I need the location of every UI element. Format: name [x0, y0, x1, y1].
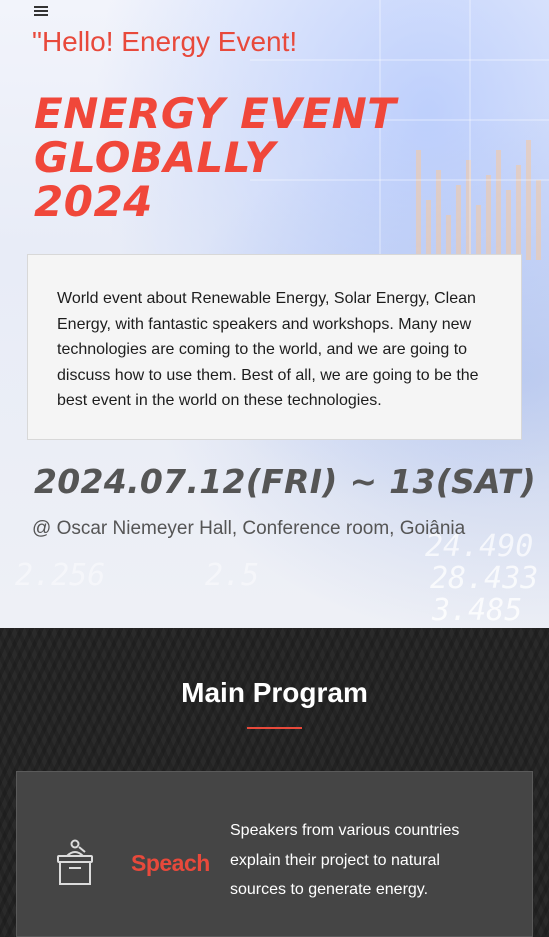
description-box: World event about Renewable Energy, Sola…: [27, 254, 522, 440]
event-description: World event about Renewable Energy, Sola…: [57, 290, 479, 409]
svg-text:2.5: 2.5: [205, 558, 259, 593]
svg-text:3.485: 3.485: [431, 593, 522, 628]
svg-text:2.256: 2.256: [15, 558, 105, 593]
headline-line: GLOBALLY: [34, 133, 276, 182]
title-underline: [247, 727, 302, 729]
event-venue: @ Oscar Niemeyer Hall, Conference room, …: [32, 518, 466, 539]
card-text: Speakers from various countries explain …: [230, 822, 460, 898]
greeting-text: "Hello! Energy Event!: [32, 26, 298, 57]
hero-section: 24.490 28.433 3.485 2.256 2.5 "Hello! En…: [0, 0, 549, 628]
menu-icon[interactable]: [34, 6, 48, 18]
card-label: Speach: [131, 850, 210, 876]
event-date: 2024.07.12(FRI) ~ 13(SAT): [34, 462, 537, 501]
headline-line: 2024: [34, 177, 153, 226]
program-card[interactable]: Speach Speakers from various countries e…: [16, 771, 533, 937]
event-headline: ENERGY EVENT GLOBALLY 2024: [34, 92, 454, 224]
digital-numbers-graphic: 24.490 28.433 3.485 2.256 2.5: [15, 529, 538, 628]
section-title: Main Program: [181, 677, 368, 708]
headline-line: ENERGY EVENT: [34, 89, 397, 138]
svg-text:28.433: 28.433: [430, 561, 538, 596]
podium-icon: [57, 839, 93, 885]
